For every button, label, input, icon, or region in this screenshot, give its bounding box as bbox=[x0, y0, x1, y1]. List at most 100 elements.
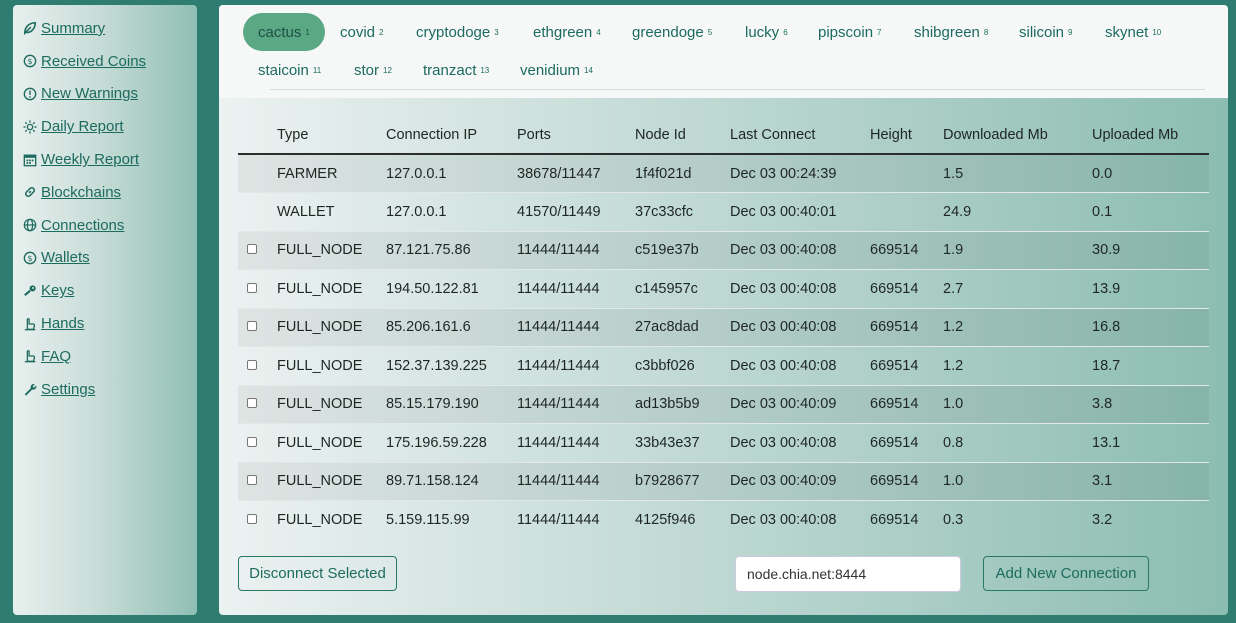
tab-label: ethgreen bbox=[533, 23, 593, 41]
cell-downloaded: 2.7 bbox=[943, 269, 1092, 308]
cell-last-connect: Dec 03 00:24:39 bbox=[730, 153, 870, 193]
sidebar-item-new-warnings[interactable]: New Warnings bbox=[13, 78, 197, 111]
header-ports: Ports bbox=[517, 117, 635, 155]
table-row: FULL_NODE 5.159.115.99 11444/11444 4125f946… bbox=[238, 500, 1209, 539]
cell-uploaded: 3.2 bbox=[1092, 500, 1209, 539]
tab-ethgreen[interactable]: ethgreen 4 bbox=[518, 13, 616, 51]
sidebar-item-label: Weekly Report bbox=[41, 151, 140, 169]
tab-staicoin[interactable]: staicoin 11 bbox=[243, 51, 336, 89]
cell-type: FULL_NODE bbox=[277, 461, 386, 501]
sidebar-item-weekly-report[interactable]: Weekly Report bbox=[13, 143, 197, 176]
cell-type: FULL_NODE bbox=[277, 230, 386, 270]
tab-label: venidium bbox=[520, 61, 581, 79]
sidebar-item-connections[interactable]: Connections bbox=[13, 209, 197, 242]
tab-label: shibgreen bbox=[914, 23, 980, 41]
tab-greendoge[interactable]: greendoge 5 bbox=[617, 13, 727, 51]
sidebar-item-label: New Warnings bbox=[41, 85, 138, 103]
sidebar-item-faq[interactable]: FAQ bbox=[13, 340, 197, 373]
cell-height: 669514 bbox=[870, 384, 943, 424]
table-row: FULL_NODE 194.50.122.81 11444/11444 c145957… bbox=[238, 269, 1209, 308]
cell-downloaded: 1.0 bbox=[943, 461, 1092, 501]
sidebar-item-label: Received Coins bbox=[41, 52, 147, 70]
cell-type: FULL_NODE bbox=[277, 346, 386, 385]
sidebar-item-received-coins[interactable]: $ Received Coins bbox=[13, 45, 197, 78]
cell-ports: 11444/11444 bbox=[517, 500, 635, 539]
table-row: FARMER 127.0.0.1 38678/11447 1f4f021d Dec 03… bbox=[238, 153, 1209, 193]
cell-connection-ip: 89.71.158.124 bbox=[386, 461, 517, 501]
row-checkbox[interactable] bbox=[247, 282, 257, 293]
cell-type: FARMER bbox=[277, 153, 386, 193]
tab-cryptodoge[interactable]: cryptodoge 3 bbox=[401, 13, 514, 51]
row-checkbox[interactable] bbox=[247, 514, 257, 524]
key-icon bbox=[22, 283, 38, 299]
tab-tranzact[interactable]: tranzact 13 bbox=[408, 51, 504, 89]
tab-label: pipscoin bbox=[818, 23, 874, 41]
sidebar-item-summary[interactable]: Summary bbox=[13, 12, 197, 45]
table-row: FULL_NODE 85.206.161.6 11444/11444 27ac8dad… bbox=[238, 307, 1209, 347]
cell-height: 669514 bbox=[870, 423, 943, 462]
tab-count: 4 bbox=[596, 27, 601, 37]
tab-venidium[interactable]: venidium 14 bbox=[505, 51, 608, 89]
cell-connection-ip: 127.0.0.1 bbox=[386, 192, 517, 231]
svg-text:$: $ bbox=[27, 254, 32, 263]
row-checkbox[interactable] bbox=[247, 398, 257, 409]
cell-connection-ip: 194.50.122.81 bbox=[386, 269, 517, 308]
tab-covid[interactable]: covid 2 bbox=[325, 13, 398, 51]
tab-stor[interactable]: stor 12 bbox=[339, 51, 407, 89]
tab-skynet[interactable]: skynet 10 bbox=[1090, 13, 1176, 51]
cell-ports: 11444/11444 bbox=[517, 230, 635, 270]
tab-cactus[interactable]: cactus 1 bbox=[243, 13, 325, 51]
table-row: WALLET 127.0.0.1 41570/11449 37c33cfc Dec 03… bbox=[238, 192, 1209, 231]
sidebar-item-settings[interactable]: Settings bbox=[13, 373, 197, 406]
row-checkbox[interactable] bbox=[247, 321, 257, 332]
table-header-row: Type Connection IP Ports Node Id Last Co… bbox=[238, 117, 1209, 155]
tab-shibgreen[interactable]: shibgreen 8 bbox=[899, 13, 1003, 51]
cell-connection-ip: 85.206.161.6 bbox=[386, 307, 517, 347]
wrench-icon bbox=[22, 381, 38, 397]
sidebar-item-blockchains[interactable]: Blockchains bbox=[13, 176, 197, 209]
sidebar-item-keys[interactable]: Keys bbox=[13, 274, 197, 307]
table-row: FULL_NODE 175.196.59.228 11444/11444 33b43e… bbox=[238, 423, 1209, 462]
sidebar-item-hands[interactable]: Hands bbox=[13, 307, 197, 340]
cell-last-connect: Dec 03 00:40:08 bbox=[730, 500, 870, 539]
sidebar-item-label: Keys bbox=[41, 282, 75, 300]
cell-downloaded: 1.5 bbox=[943, 153, 1092, 193]
cell-node-id: 37c33cfc bbox=[635, 192, 730, 231]
table-row: FULL_NODE 87.121.75.86 11444/11444 c519e37b… bbox=[238, 230, 1209, 270]
link-icon bbox=[22, 184, 38, 200]
sun-icon bbox=[22, 119, 38, 135]
row-select-cell bbox=[238, 269, 277, 308]
tab-silicoin[interactable]: silicoin 9 bbox=[1004, 13, 1087, 51]
sidebar-item-daily-report[interactable]: Daily Report bbox=[13, 110, 197, 143]
cell-last-connect: Dec 03 00:40:08 bbox=[730, 346, 870, 385]
tab-count: 3 bbox=[494, 27, 499, 37]
add-new-connection-button[interactable]: Add New Connection bbox=[983, 556, 1149, 591]
cell-ports: 11444/11444 bbox=[517, 346, 635, 385]
row-checkbox[interactable] bbox=[247, 359, 257, 370]
cell-height: 669514 bbox=[870, 230, 943, 270]
row-checkbox[interactable] bbox=[247, 244, 257, 255]
hand-icon bbox=[22, 348, 38, 364]
cell-height bbox=[870, 192, 943, 231]
tab-lucky[interactable]: lucky 6 bbox=[730, 13, 803, 51]
sidebar-item-wallets[interactable]: $ Wallets bbox=[13, 242, 197, 275]
coin-icon: $ bbox=[22, 250, 38, 266]
row-checkbox[interactable] bbox=[247, 436, 257, 447]
row-select-cell bbox=[238, 230, 277, 270]
disconnect-selected-button[interactable]: Disconnect Selected bbox=[238, 556, 397, 591]
cell-type: FULL_NODE bbox=[277, 307, 386, 347]
tab-pipscoin[interactable]: pipscoin 7 bbox=[803, 13, 897, 51]
cell-node-id: b7928677 bbox=[635, 461, 730, 501]
cell-height: 669514 bbox=[870, 269, 943, 308]
cell-ports: 11444/11444 bbox=[517, 423, 635, 462]
tabs-divider bbox=[270, 89, 1205, 90]
row-select-cell bbox=[238, 192, 277, 231]
row-select-cell bbox=[238, 423, 277, 462]
host-input[interactable] bbox=[735, 556, 961, 592]
row-checkbox[interactable] bbox=[247, 475, 257, 486]
cell-last-connect: Dec 03 00:40:08 bbox=[730, 423, 870, 462]
cell-connection-ip: 127.0.0.1 bbox=[386, 153, 517, 193]
cell-height: 669514 bbox=[870, 500, 943, 539]
cell-height: 669514 bbox=[870, 461, 943, 501]
cell-height: 669514 bbox=[870, 346, 943, 385]
